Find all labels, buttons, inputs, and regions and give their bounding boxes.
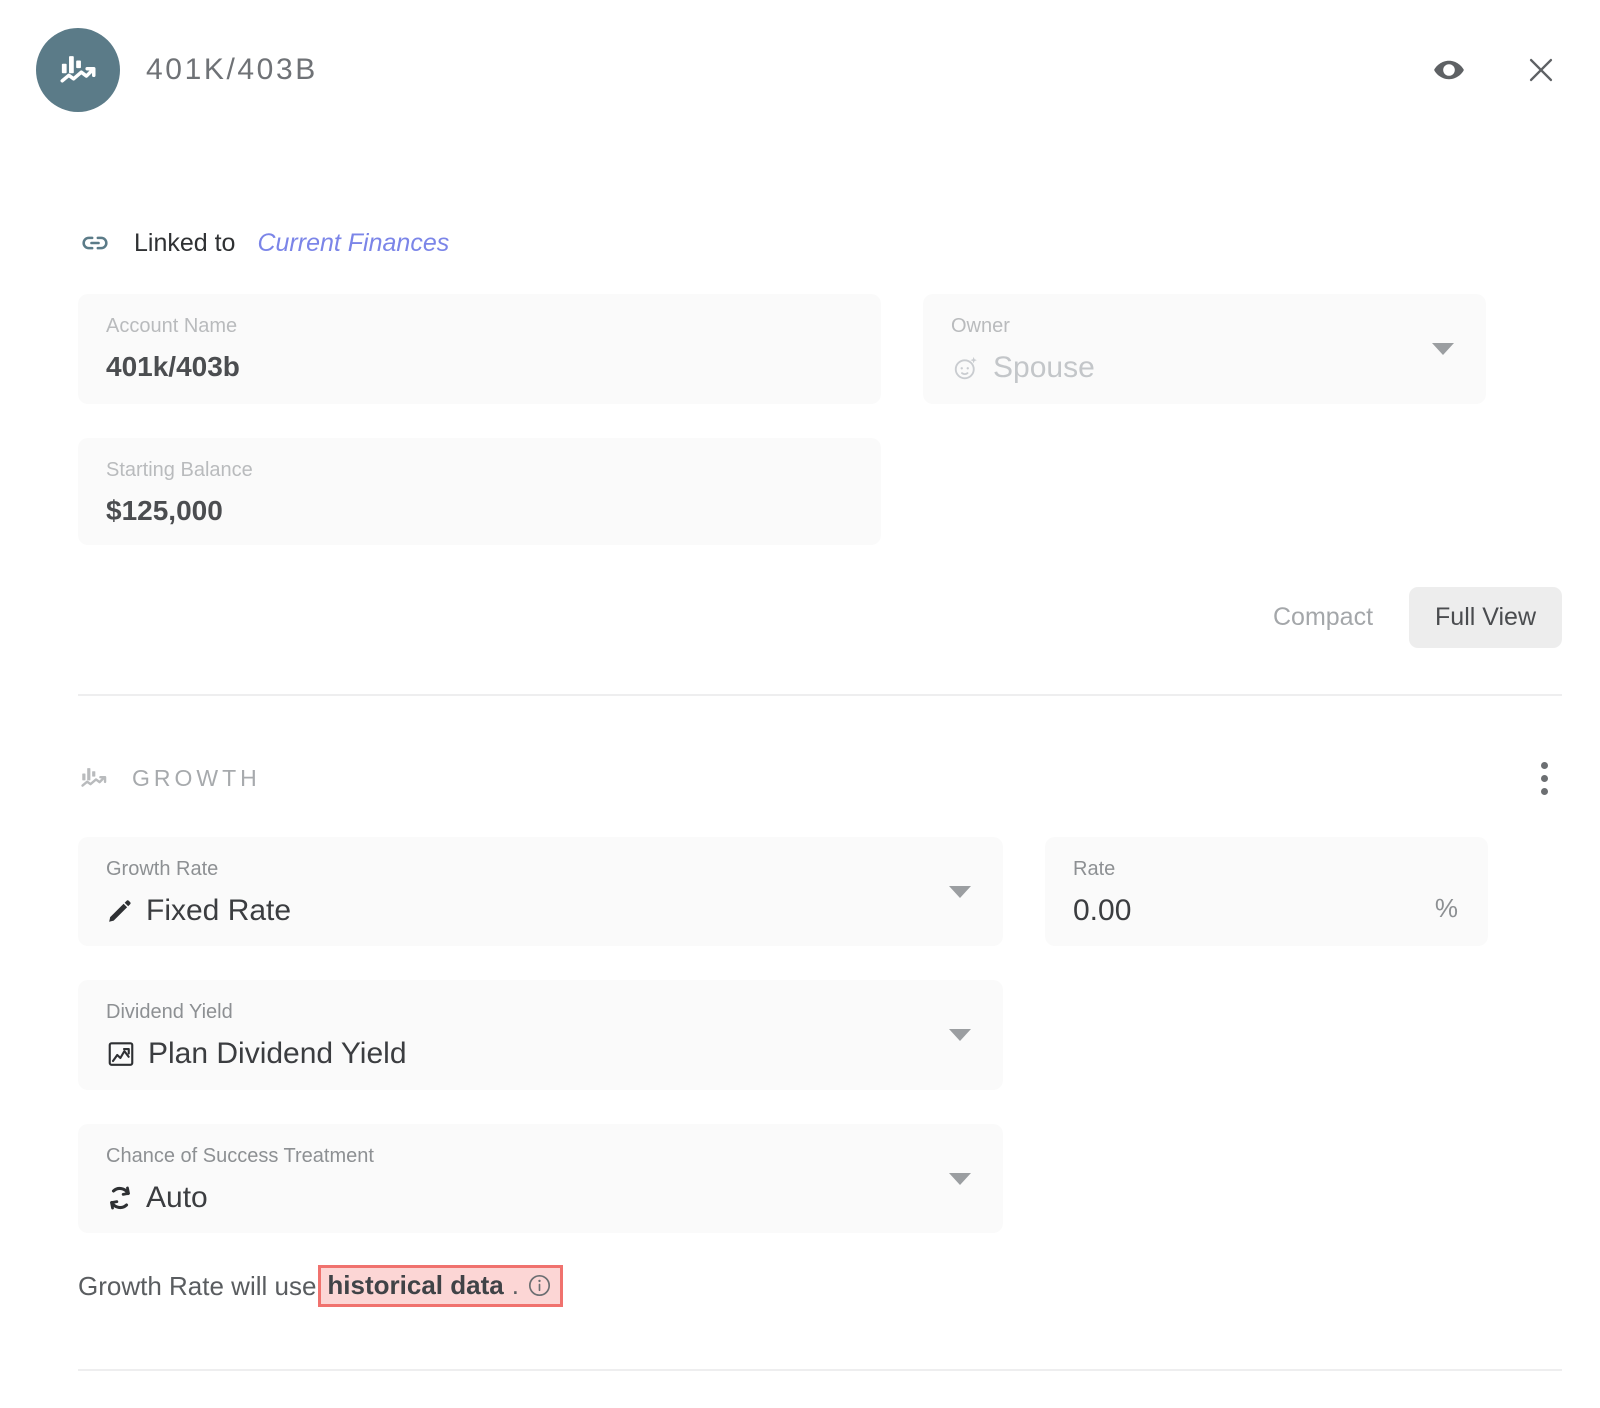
growth-rate-value-wrap: Fixed Rate xyxy=(106,895,975,927)
eye-icon xyxy=(1432,53,1466,87)
view-mode-toggle: Compact Full View xyxy=(78,587,1562,648)
starting-balance-field[interactable]: Starting Balance $125,000 xyxy=(78,438,881,545)
pencil-icon xyxy=(106,897,134,925)
account-row-1: Account Name 401k/403b Owner xyxy=(78,294,1562,404)
note-prefix: Growth Rate will use xyxy=(78,1271,316,1302)
growth-rate-value: Fixed Rate xyxy=(146,895,291,927)
kebab-dot xyxy=(1541,775,1548,782)
account-name-value: 401k/403b xyxy=(106,352,853,381)
dividend-yield-dropdown-caret[interactable] xyxy=(949,1029,971,1041)
growth-row-3: Chance of Success Treatment Auto xyxy=(78,1124,1562,1234)
chance-of-success-field[interactable]: Chance of Success Treatment Auto xyxy=(78,1124,1003,1234)
growth-section-title: GROWTH xyxy=(132,765,261,792)
growth-section-header: GROWTH xyxy=(78,754,1562,803)
growth-rate-field[interactable]: Growth Rate Fixed Rate xyxy=(78,837,1003,947)
growth-chart-icon xyxy=(56,48,100,92)
rate-value[interactable]: 0.00 xyxy=(1073,895,1460,927)
page-title: 401K/403B xyxy=(146,53,318,87)
preview-toggle-button[interactable] xyxy=(1428,49,1470,91)
starting-balance-label: Starting Balance xyxy=(106,460,853,480)
linked-to-row: Linked to Current Finances xyxy=(78,140,1562,260)
section-divider-bottom xyxy=(78,1369,1562,1371)
full-view-button[interactable]: Full View xyxy=(1409,587,1562,648)
refresh-cycle-icon xyxy=(106,1184,134,1212)
historical-data-highlight[interactable]: historical data. xyxy=(318,1265,563,1307)
owner-dropdown-caret[interactable] xyxy=(1432,343,1454,355)
linked-to-label: Linked to xyxy=(134,229,235,258)
header-left-group: 401K/403B xyxy=(36,28,318,112)
growth-chart-icon xyxy=(78,762,110,794)
owner-field[interactable]: Owner Spouse xyxy=(923,294,1486,404)
owner-value-wrap: Spouse xyxy=(951,352,1458,384)
growth-row-2: Dividend Yield Plan Dividend Yield xyxy=(78,980,1562,1090)
dividend-yield-value: Plan Dividend Yield xyxy=(148,1038,407,1070)
dividend-yield-label: Dividend Yield xyxy=(106,1002,975,1022)
face-sparkle-icon xyxy=(951,353,981,383)
header-actions xyxy=(1428,49,1562,91)
section-divider-top xyxy=(78,694,1562,696)
dividend-yield-field[interactable]: Dividend Yield Plan Dividend Yield xyxy=(78,980,1003,1090)
dividend-yield-value-wrap: Plan Dividend Yield xyxy=(106,1038,975,1070)
chance-of-success-value: Auto xyxy=(146,1182,208,1214)
account-name-field[interactable]: Account Name 401k/403b xyxy=(78,294,881,404)
rate-percent-suffix: % xyxy=(1435,893,1458,924)
kebab-dot xyxy=(1541,788,1548,795)
rate-field[interactable]: Rate 0.00 % xyxy=(1045,837,1488,947)
linked-to-target-link[interactable]: Current Finances xyxy=(257,229,449,258)
account-name-label: Account Name xyxy=(106,316,853,336)
growth-rate-label: Growth Rate xyxy=(106,859,975,879)
chance-of-success-value-wrap: Auto xyxy=(106,1182,975,1214)
chance-of-success-label: Chance of Success Treatment xyxy=(106,1146,975,1166)
growth-section-menu-button[interactable] xyxy=(1527,754,1562,803)
account-row-2: Starting Balance $125,000 xyxy=(78,438,1562,545)
historical-data-link[interactable]: historical data xyxy=(327,1270,503,1301)
panel-body: Linked to Current Finances Account Name … xyxy=(0,140,1600,1371)
owner-label: Owner xyxy=(951,316,1458,336)
close-button[interactable] xyxy=(1520,49,1562,91)
starting-balance-value: $125,000 xyxy=(106,496,853,525)
link-icon xyxy=(78,226,112,260)
close-icon xyxy=(1524,53,1558,87)
rate-label: Rate xyxy=(1073,859,1460,879)
growth-rate-note: Growth Rate will use historical data. xyxy=(78,1265,1562,1307)
chance-of-success-dropdown-caret[interactable] xyxy=(949,1173,971,1185)
owner-value: Spouse xyxy=(993,352,1095,384)
kebab-dot xyxy=(1541,762,1548,769)
chart-box-icon xyxy=(106,1039,136,1069)
info-icon[interactable] xyxy=(527,1273,552,1298)
account-detail-panel: 401K/403B xyxy=(0,0,1600,1408)
compact-view-button[interactable]: Compact xyxy=(1247,587,1399,648)
growth-rate-dropdown-caret[interactable] xyxy=(949,886,971,898)
growth-row-1: Growth Rate Fixed Rate Rate 0.00 % xyxy=(78,837,1562,947)
note-suffix: . xyxy=(512,1270,519,1301)
account-avatar xyxy=(36,28,120,112)
panel-header: 401K/403B xyxy=(0,0,1600,140)
